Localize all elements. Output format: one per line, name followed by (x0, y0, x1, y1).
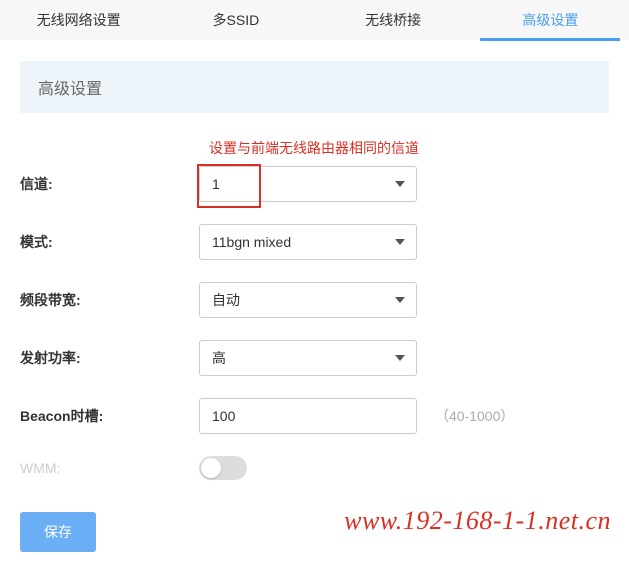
row-bandwidth: 频段带宽: 自动 (20, 282, 609, 318)
row-mode: 模式: 11bgn mixed (20, 224, 609, 260)
row-wmm: WMM: (20, 456, 609, 480)
tab-label: 无线网络设置 (37, 12, 121, 28)
label-tx-power: 发射功率: (20, 348, 199, 368)
beacon-range-hint: （40-1000） (435, 406, 514, 426)
section-header: 高级设置 (20, 61, 609, 113)
row-tx-power: 发射功率: 高 (20, 340, 609, 376)
select-channel[interactable]: 1 (199, 166, 417, 202)
select-bandwidth[interactable]: 自动 (199, 282, 417, 318)
select-channel-wrapper: 1 (199, 166, 417, 202)
toggle-wmm[interactable] (199, 456, 247, 480)
select-tx-power[interactable]: 高 (199, 340, 417, 376)
label-channel: 信道: (20, 174, 199, 194)
label-beacon: Beacon时槽: (20, 406, 199, 426)
content-area: 高级设置 设置与前端无线路由器相同的信道 信道: 1 模式: 11bgn mix… (0, 41, 629, 572)
row-beacon: Beacon时槽: （40-1000） (20, 398, 609, 434)
label-mode: 模式: (20, 232, 199, 252)
select-tx-power-wrapper: 高 (199, 340, 417, 376)
tab-wireless-bridge[interactable]: 无线桥接 (315, 0, 472, 40)
label-wmm: WMM: (20, 460, 199, 476)
input-beacon[interactable] (199, 398, 417, 434)
tab-label: 多SSID (213, 12, 260, 28)
row-channel: 信道: 1 (20, 166, 609, 202)
tabs-bar: 无线网络设置 多SSID 无线桥接 高级设置 (0, 0, 629, 41)
save-button[interactable]: 保存 (20, 512, 96, 552)
watermark-text: www.192-168-1-1.net.cn (344, 506, 611, 536)
tab-advanced-settings[interactable]: 高级设置 (472, 0, 629, 40)
toggle-knob (201, 458, 221, 478)
select-mode[interactable]: 11bgn mixed (199, 224, 417, 260)
label-bandwidth: 频段带宽: (20, 290, 199, 310)
select-mode-wrapper: 11bgn mixed (199, 224, 417, 260)
tab-label: 高级设置 (522, 12, 578, 28)
tab-multi-ssid[interactable]: 多SSID (157, 0, 314, 40)
select-bandwidth-wrapper: 自动 (199, 282, 417, 318)
channel-hint: 设置与前端无线路由器相同的信道 (209, 138, 609, 158)
tab-label: 无线桥接 (365, 12, 421, 28)
tab-wireless-settings[interactable]: 无线网络设置 (0, 0, 157, 40)
